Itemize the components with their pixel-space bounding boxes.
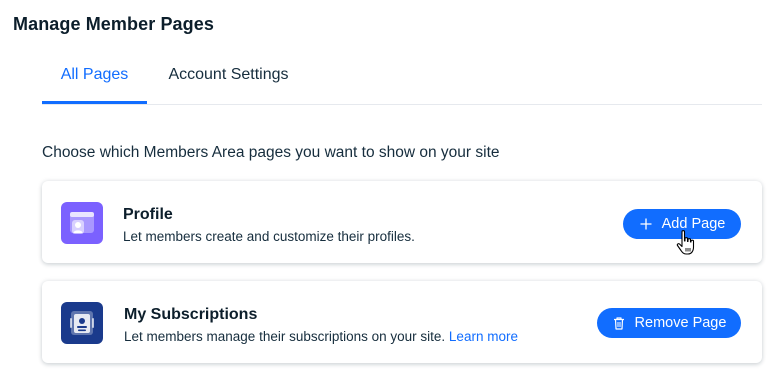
subscriptions-page-icon — [61, 302, 103, 344]
page-card-profile: Profile Let members create and customize… — [42, 181, 762, 263]
learn-more-link[interactable]: Learn more — [449, 329, 518, 344]
profile-page-icon — [61, 202, 103, 244]
remove-page-button[interactable]: Remove Page — [597, 308, 741, 338]
manage-member-pages-panel: Manage Member Pages All Pages Account Se… — [0, 0, 783, 374]
card-text: Profile Let members create and customize… — [123, 206, 415, 245]
card-subtitle: Let members create and customize their p… — [123, 229, 415, 244]
trash-icon — [612, 316, 626, 330]
tab-account-settings[interactable]: Account Settings — [147, 54, 310, 104]
card-subtitle: Let members manage their subscriptions o… — [124, 329, 518, 345]
section-description: Choose which Members Area pages you want… — [42, 144, 500, 161]
tab-bar: All Pages Account Settings — [42, 54, 762, 105]
page-card-subscriptions: My Subscriptions Let members manage thei… — [42, 281, 762, 363]
card-subtitle-text: Let members manage their subscriptions o… — [124, 329, 446, 344]
remove-page-button-label: Remove Page — [634, 315, 727, 331]
page-title: Manage Member Pages — [13, 14, 214, 34]
tab-all-pages[interactable]: All Pages — [42, 54, 147, 104]
hand-cursor-icon — [675, 229, 697, 257]
card-title: My Subscriptions — [124, 306, 258, 323]
plus-icon — [639, 217, 653, 231]
card-title: Profile — [123, 206, 173, 223]
card-text: My Subscriptions Let members manage thei… — [124, 306, 518, 345]
